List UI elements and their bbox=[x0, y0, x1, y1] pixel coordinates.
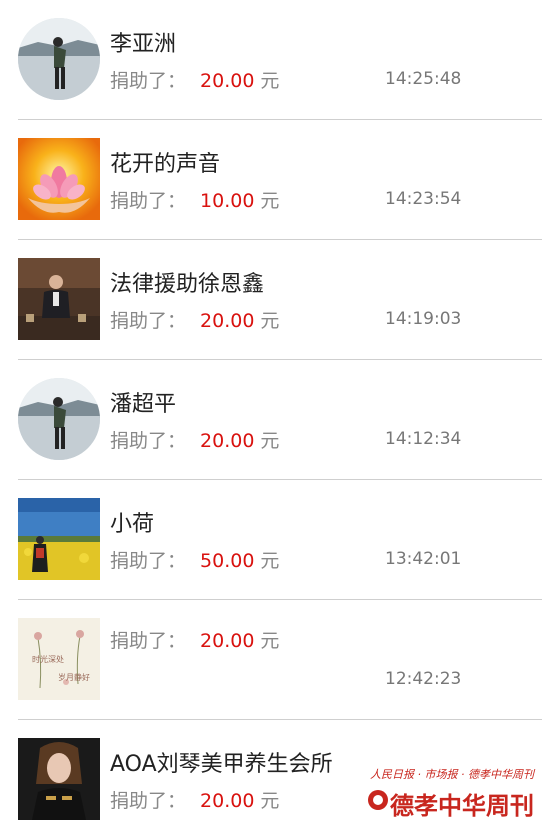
list-item[interactable]: 法律援助徐恩鑫 捐助了： 20.00 元 14:19:03 bbox=[0, 240, 560, 360]
donor-name: 法律援助徐恩鑫 bbox=[110, 272, 265, 297]
donation-label: 捐助了： bbox=[110, 310, 187, 332]
donor-name: 小荷 bbox=[110, 512, 155, 537]
donation-info: 捐助了： 20.00 元 bbox=[110, 626, 279, 653]
list-item[interactable]: 时光深处 岁月静好 捐助了： 20.00 元 12:42:23 bbox=[0, 600, 560, 720]
donor-name: 李亚洲 bbox=[110, 32, 177, 57]
donation-amount: 20.00 bbox=[200, 310, 255, 332]
watermark-top-line: 人民日报 · 市场报 · 德孝中华周刊 bbox=[370, 768, 534, 781]
donation-info: 捐助了： 20.00 元 bbox=[110, 426, 279, 453]
donor-name: AOA刘琴美甲养生会所 bbox=[110, 752, 333, 777]
donation-label: 捐助了： bbox=[110, 70, 187, 92]
avatar-text-2: 岁月静好 bbox=[58, 672, 90, 682]
donor-name: 潘超平 bbox=[110, 392, 177, 417]
currency-unit: 元 bbox=[260, 190, 280, 212]
publisher-watermark: 人民日报 · 市场报 · 德孝中华周刊 德孝中华周刊 bbox=[368, 764, 544, 826]
donation-info: 捐助了： 20.00 元 bbox=[110, 786, 279, 813]
donation-label: 捐助了： bbox=[110, 430, 187, 452]
avatar bbox=[18, 258, 100, 340]
donation-amount: 50.00 bbox=[200, 550, 255, 572]
avatar-text-1: 时光深处 bbox=[32, 654, 64, 664]
list-item[interactable]: 花开的声音 捐助了： 10.00 元 14:23:54 bbox=[0, 120, 560, 240]
currency-unit: 元 bbox=[260, 430, 280, 452]
donation-amount: 20.00 bbox=[200, 430, 255, 452]
donation-list: 李亚洲 捐助了： 20.00 元 14:25:48 花开的声音 捐助了： 10.… bbox=[0, 0, 560, 838]
donation-time: 14:19:03 bbox=[385, 309, 462, 329]
list-item[interactable]: 潘超平 捐助了： 20.00 元 14:12:34 bbox=[0, 360, 560, 480]
donation-time: 13:42:01 bbox=[385, 549, 462, 569]
donation-info: 捐助了： 10.00 元 bbox=[110, 186, 279, 213]
avatar bbox=[18, 738, 100, 820]
watermark-main: 德孝中华周刊 bbox=[390, 792, 534, 820]
list-item[interactable]: 李亚洲 捐助了： 20.00 元 14:25:48 bbox=[0, 0, 560, 120]
donor-name: 花开的声音 bbox=[110, 152, 221, 177]
avatar bbox=[18, 138, 100, 220]
donation-time: 12:42:23 bbox=[385, 669, 462, 689]
list-item[interactable]: 小荷 捐助了： 50.00 元 13:42:01 bbox=[0, 480, 560, 600]
donation-time: 14:25:48 bbox=[385, 69, 462, 89]
currency-unit: 元 bbox=[260, 550, 280, 572]
currency-unit: 元 bbox=[260, 70, 280, 92]
brand-logo-icon bbox=[368, 790, 388, 810]
donation-info: 捐助了： 50.00 元 bbox=[110, 546, 279, 573]
currency-unit: 元 bbox=[260, 310, 280, 332]
donation-info: 捐助了： 20.00 元 bbox=[110, 66, 279, 93]
donation-label: 捐助了： bbox=[110, 190, 187, 212]
avatar bbox=[18, 18, 100, 100]
currency-unit: 元 bbox=[260, 790, 280, 812]
donation-time: 14:12:34 bbox=[385, 429, 462, 449]
donation-amount: 20.00 bbox=[200, 70, 255, 92]
avatar bbox=[18, 378, 100, 460]
donation-time: 14:23:54 bbox=[385, 189, 462, 209]
avatar: 时光深处 岁月静好 bbox=[18, 618, 100, 700]
donation-amount: 20.00 bbox=[200, 790, 255, 812]
donation-info: 捐助了： 20.00 元 bbox=[110, 306, 279, 333]
donation-label: 捐助了： bbox=[110, 630, 187, 652]
donation-amount: 20.00 bbox=[200, 630, 255, 652]
donation-amount: 10.00 bbox=[200, 190, 255, 212]
avatar bbox=[18, 498, 100, 580]
donation-label: 捐助了： bbox=[110, 550, 187, 572]
currency-unit: 元 bbox=[260, 630, 280, 652]
donation-label: 捐助了： bbox=[110, 790, 187, 812]
